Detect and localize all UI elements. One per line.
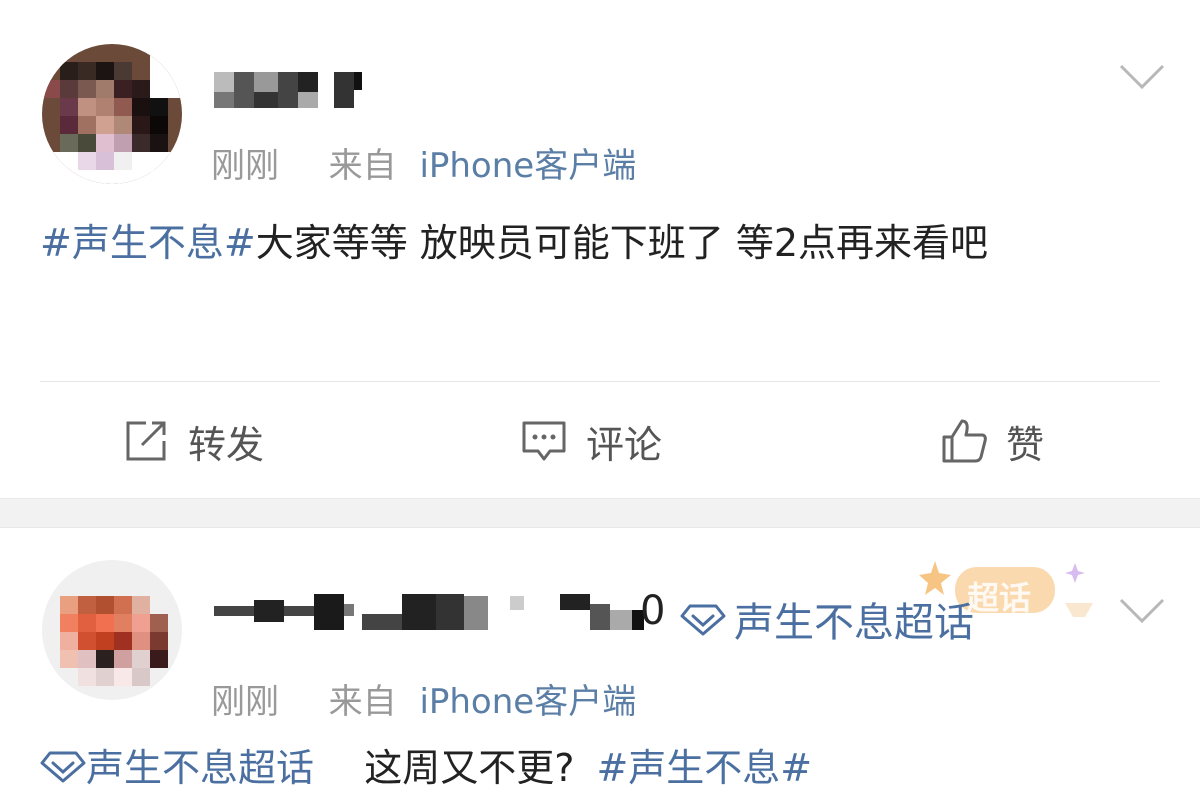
comment-icon <box>522 421 566 461</box>
like-label: 赞 <box>1006 422 1045 467</box>
post-meta: 刚刚 来自 iPhone客户端 <box>211 138 636 187</box>
username-blurred[interactable] <box>214 70 364 110</box>
badge-label: 超话 <box>967 579 1032 617</box>
like-button[interactable]: 赞 <box>940 414 1044 468</box>
source-prefix: 来自 <box>328 146 397 186</box>
supertopic-content-link[interactable]: 声生不息超话 <box>40 746 326 790</box>
hashtag-link[interactable]: #声生不息# <box>596 746 812 790</box>
action-divider <box>40 381 1160 382</box>
feed-separator <box>0 498 1200 528</box>
chevron-down-icon[interactable] <box>1118 62 1166 92</box>
avatar[interactable] <box>42 560 182 700</box>
chevron-down-icon[interactable] <box>1118 596 1166 626</box>
supertopic-icon <box>680 604 726 636</box>
supertopic-icon <box>40 751 86 783</box>
username-suffix[interactable]: 0 <box>640 588 665 634</box>
comment-button[interactable]: 评论 <box>520 414 662 468</box>
post-content: 声生不息超话 这周又不更? #声生不息# <box>40 730 1165 806</box>
comment-label: 评论 <box>586 422 663 467</box>
post-content: #声生不息#大家等等 放映员可能下班了 等2点再来看吧 <box>40 205 1165 281</box>
post-source[interactable]: iPhone客户端 <box>419 682 636 722</box>
post-text: 这周又不更? <box>364 746 575 790</box>
weibo-post: 刚刚 来自 iPhone客户端 #声生不息#大家等等 放映员可能下班了 等2点再… <box>0 0 1200 498</box>
repost-label: 转发 <box>188 422 265 467</box>
post-source[interactable]: iPhone客户端 <box>419 146 636 186</box>
supertopic-link[interactable]: 声生不息超话 <box>680 590 974 648</box>
hashtag-link[interactable]: #声生不息# <box>40 221 256 265</box>
like-icon <box>942 419 987 463</box>
post-time: 刚刚 <box>211 682 279 722</box>
avatar[interactable] <box>42 44 182 184</box>
repost-button[interactable]: 转发 <box>122 414 264 468</box>
repost-icon <box>126 421 166 461</box>
supertopic-name: 声生不息超话 <box>734 600 974 646</box>
source-prefix: 来自 <box>328 682 397 722</box>
username-blurred[interactable] <box>214 592 654 632</box>
post-time: 刚刚 <box>211 146 279 186</box>
supertopic-content-name: 声生不息超话 <box>86 746 315 790</box>
post-text: 大家等等 放映员可能下班了 等2点再来看吧 <box>255 221 989 265</box>
post-meta: 刚刚 来自 iPhone客户端 <box>211 674 636 723</box>
